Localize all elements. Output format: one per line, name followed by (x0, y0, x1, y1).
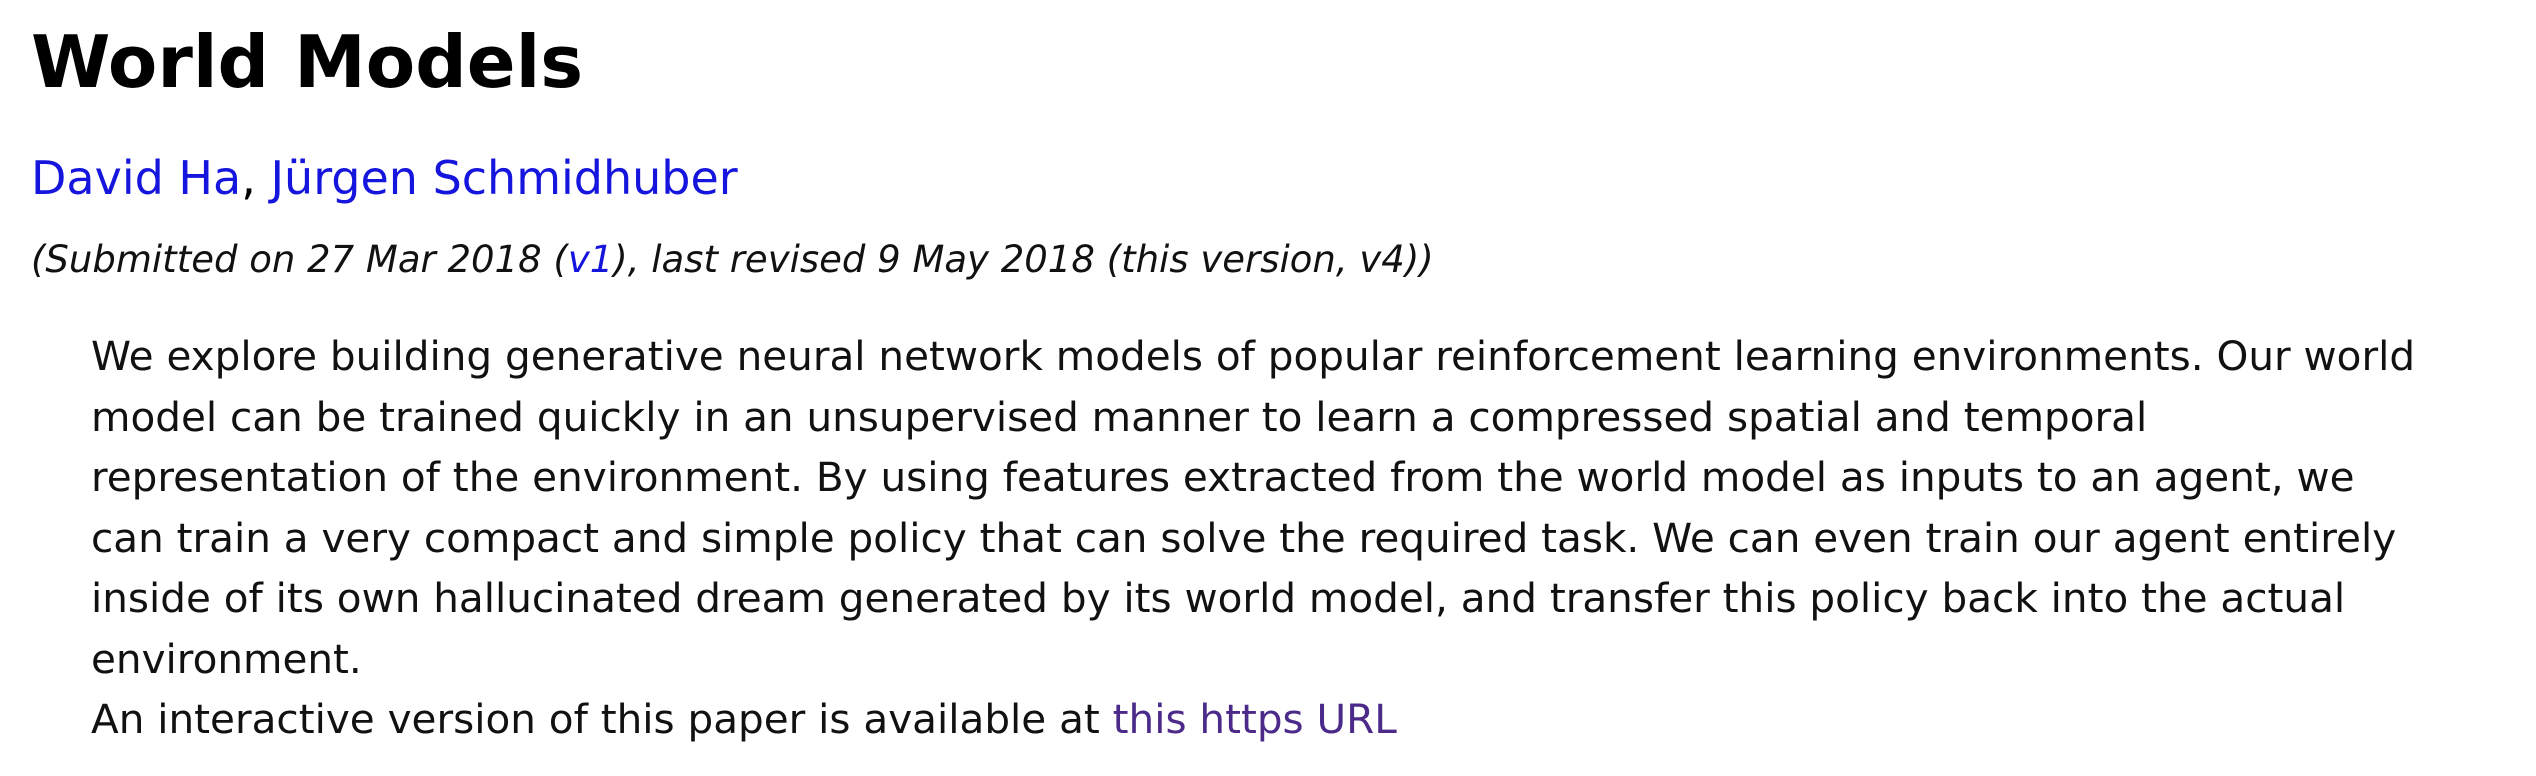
author-link-david-ha[interactable]: David Ha (31, 151, 241, 205)
author-link-jurgen-schmidhuber[interactable]: Jürgen Schmidhuber (270, 151, 737, 205)
dateline-suffix: ), last revised 9 May 2018 (this version… (613, 238, 1434, 281)
abstract-line: model can be trained quickly in an unsup… (91, 392, 2148, 441)
author-separator: , (241, 151, 271, 205)
abstract-line: We explore building generative neural ne… (91, 332, 2416, 380)
author-list: David Ha, Jürgen Schmidhuber (31, 146, 738, 210)
abstract-line: inside of its own hallucinated dream gen… (91, 574, 2346, 622)
comment-prefix: An interactive version of this paper is … (91, 695, 1113, 743)
paper-page: World Models David Ha, Jürgen Schmidhube… (31, 0, 2511, 776)
abstract-line: environment. (91, 634, 362, 683)
paper-title: World Models (31, 20, 584, 104)
abstract-line: can train a very compact and simple poli… (91, 513, 2397, 562)
abstract-comment: An interactive version of this paper is … (91, 689, 2536, 750)
interactive-version-link[interactable]: this https URL (1113, 695, 1397, 743)
abstract-line: representation of the environment. By us… (91, 453, 2355, 501)
dateline-prefix: (Submitted on 27 Mar 2018 ( (31, 238, 568, 281)
abstract: We explore building generative neural ne… (91, 326, 2536, 750)
submission-dateline: (Submitted on 27 Mar 2018 (v1), last rev… (31, 232, 1434, 288)
version-v1-link[interactable]: v1 (568, 238, 613, 281)
